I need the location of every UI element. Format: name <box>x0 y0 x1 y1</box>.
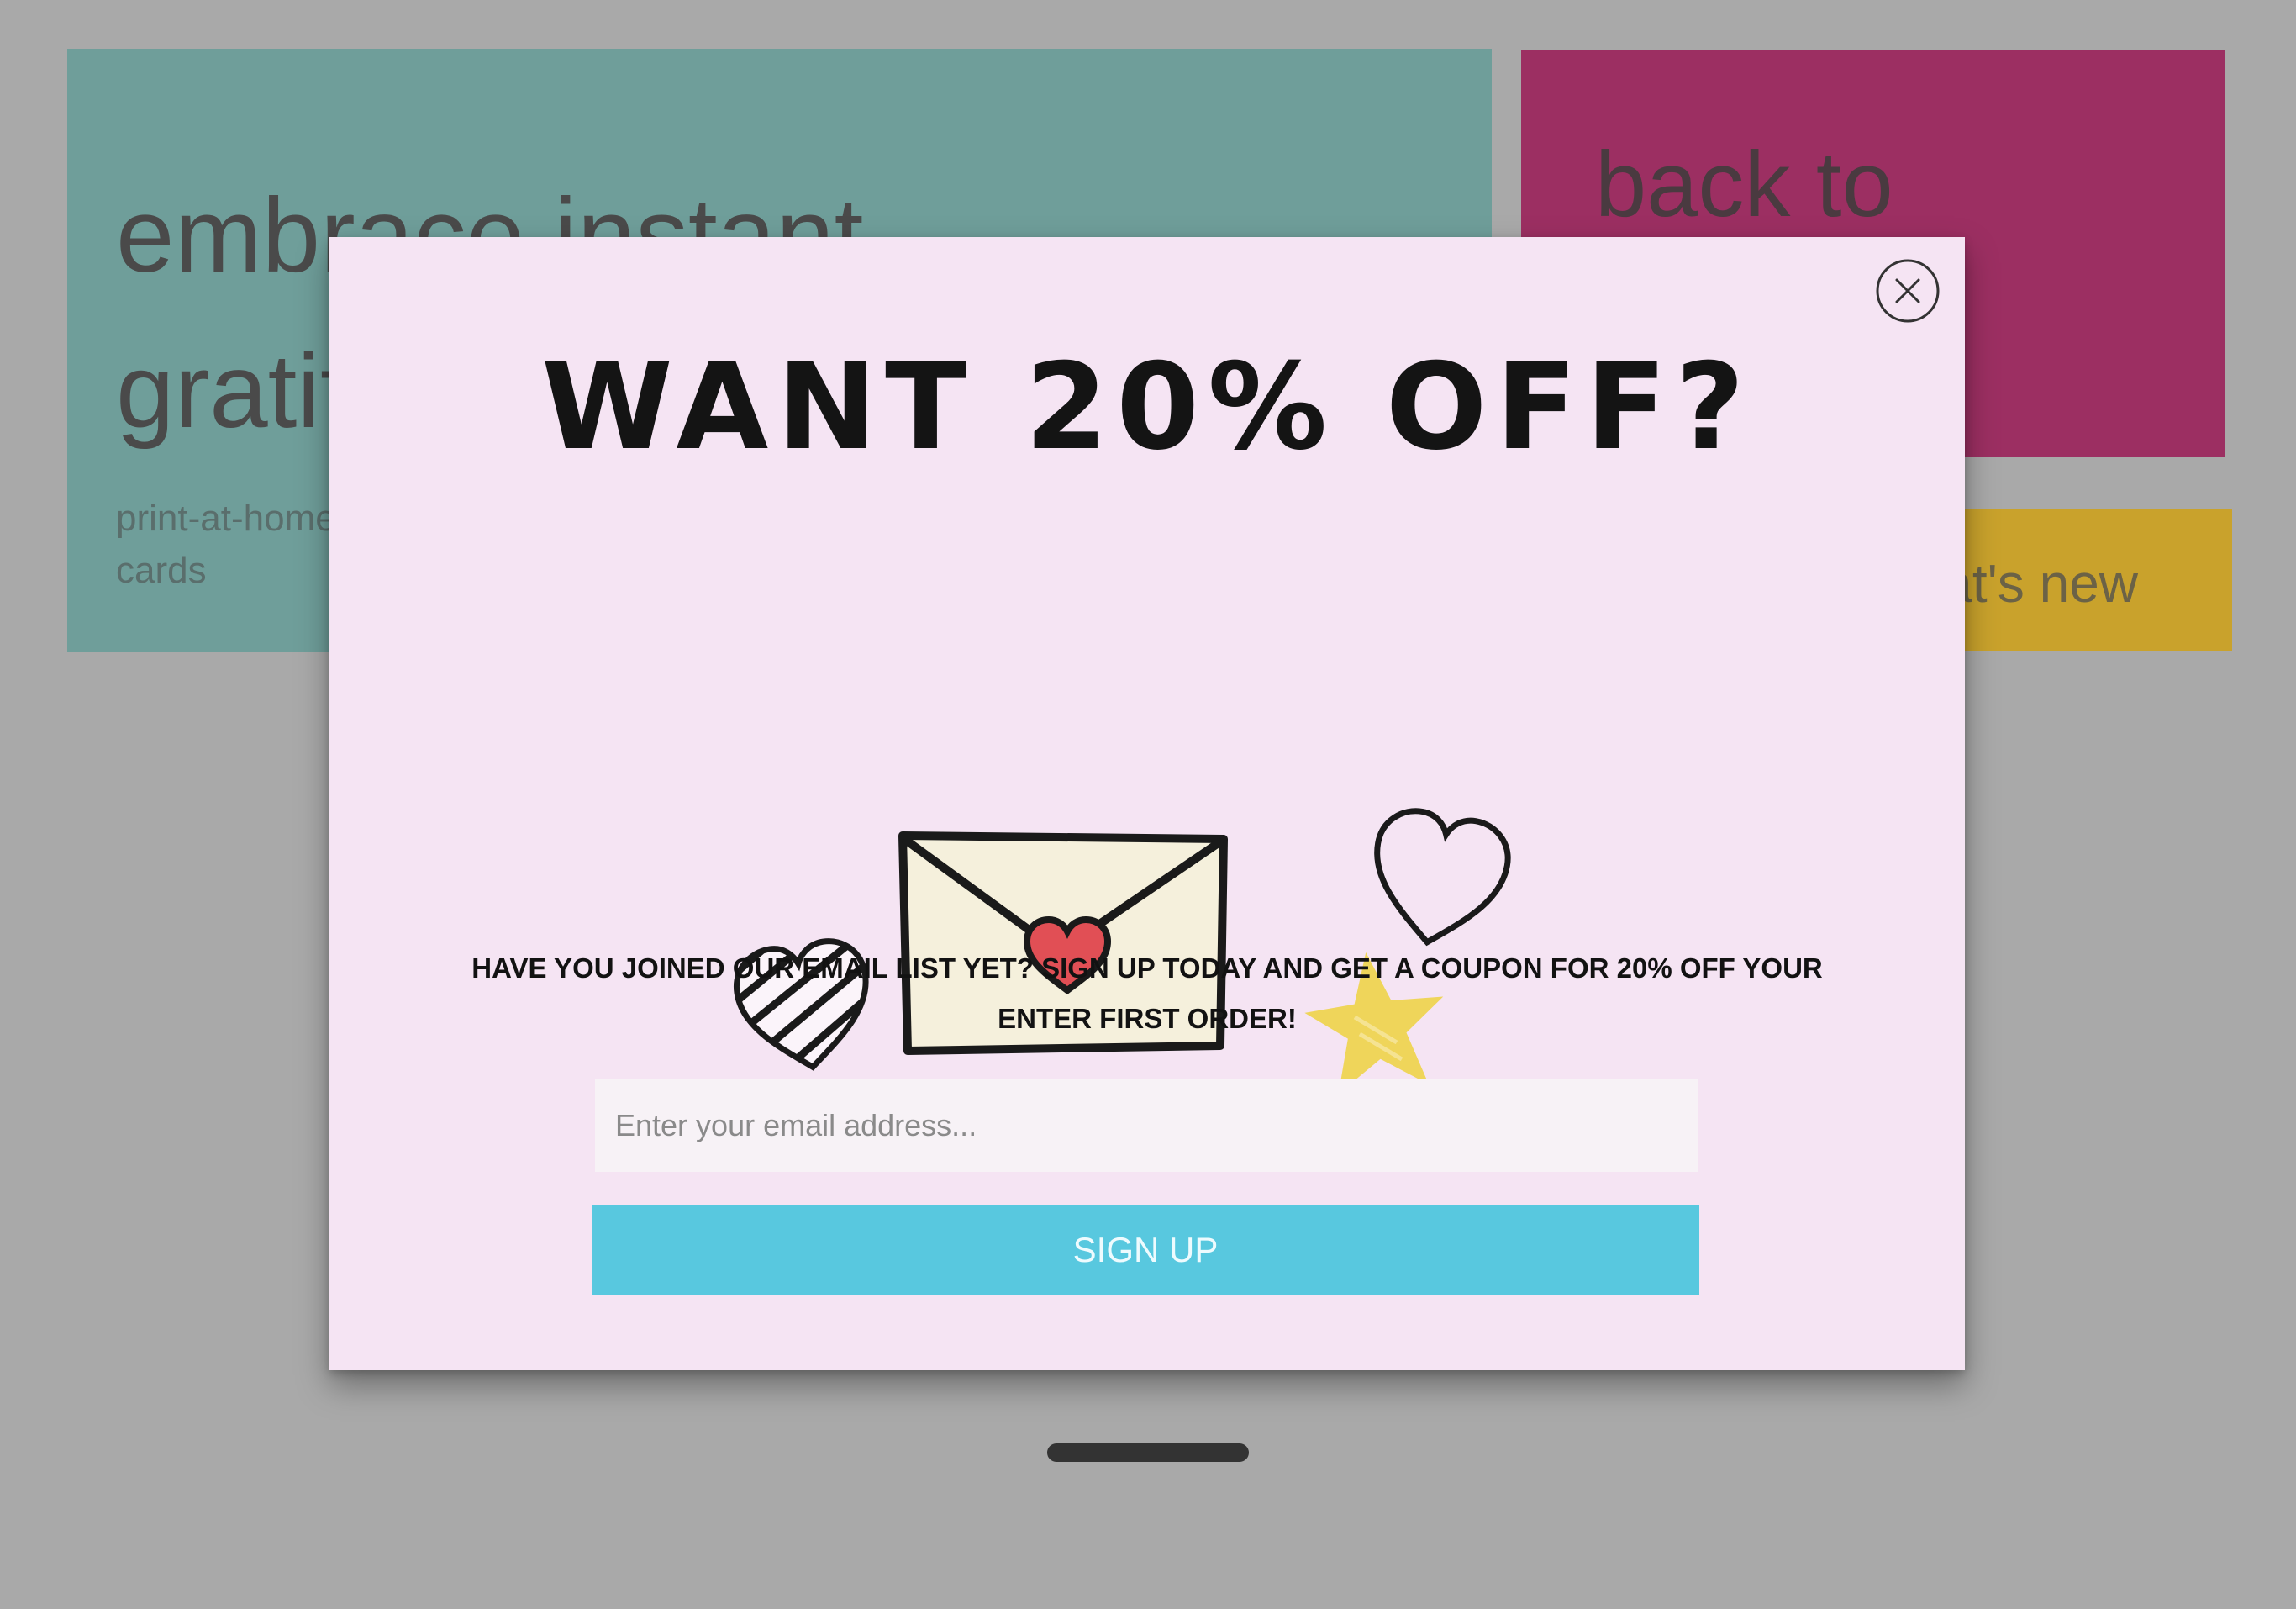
email-input[interactable] <box>595 1079 1698 1172</box>
modal-illustration <box>329 540 1965 1145</box>
modal-title: WANT 20% OFF? <box>541 338 1753 477</box>
outline-heart-icon <box>1374 808 1511 947</box>
sign-up-button[interactable]: SIGN UP <box>592 1205 1699 1295</box>
modal-body-text: HAVE YOU JOINED OUR EMAIL LIST YET? SIGN… <box>430 943 1864 1044</box>
modal-body-line-2: ENTER FIRST ORDER! <box>998 1003 1297 1034</box>
email-signup-modal: WANT 20% OFF? HAVE YOU JOINED OUR EMAIL … <box>329 237 1965 1370</box>
close-button[interactable] <box>1874 257 1941 324</box>
modal-body-line-1: HAVE YOU JOINED OUR EMAIL LIST YET? SIGN… <box>471 952 1823 984</box>
page-indicator-bar <box>1047 1443 1249 1462</box>
promo-tile-headline: back to <box>1595 133 1893 236</box>
close-circle-icon <box>1876 259 1940 323</box>
